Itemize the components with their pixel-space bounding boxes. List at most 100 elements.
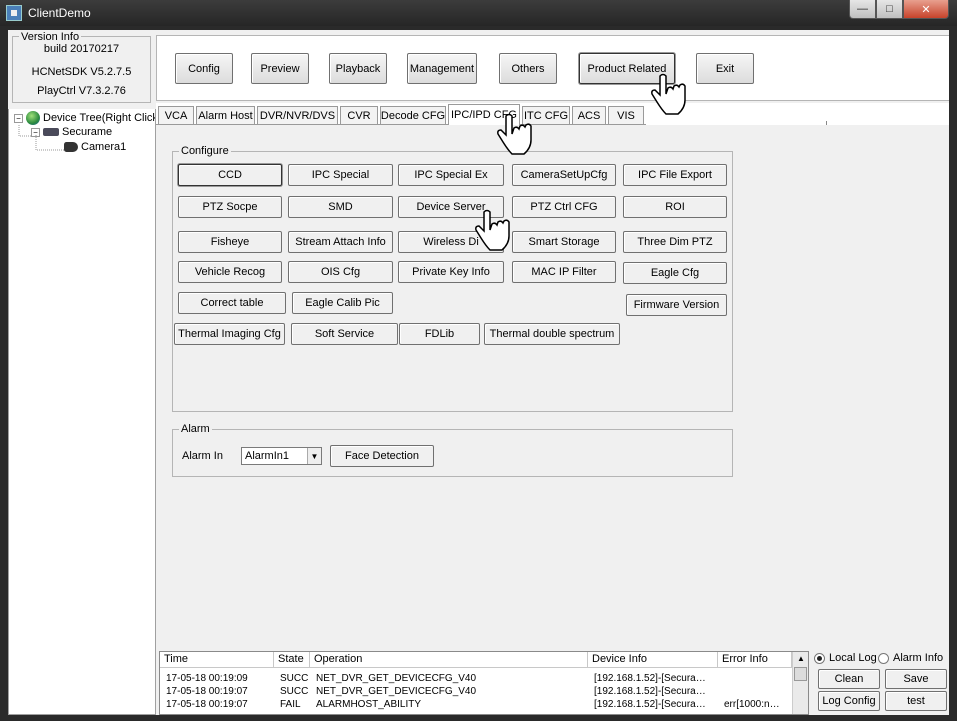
product-related-button[interactable]: Product Related xyxy=(579,53,675,84)
ccd-button[interactable]: CCD xyxy=(178,164,282,186)
playctrl-version-label: PlayCtrl V7.3.2.76 xyxy=(37,85,126,97)
log-col-time[interactable]: Time xyxy=(160,652,274,668)
tab-ipc-ipd-cfg[interactable]: IPC/IPD CFG xyxy=(448,104,520,125)
smd-button[interactable]: SMD xyxy=(288,196,393,218)
camera-setup-cfg-button[interactable]: CameraSetUpCfg xyxy=(512,164,616,186)
ipc-special-ex-button[interactable]: IPC Special Ex xyxy=(398,164,504,186)
thermal-imaging-cfg-button[interactable]: Thermal Imaging Cfg xyxy=(174,323,285,345)
maximize-button[interactable]: □ xyxy=(876,0,903,19)
face-detection-button[interactable]: Face Detection xyxy=(330,445,434,467)
preview-button[interactable]: Preview xyxy=(251,53,309,84)
title-bar[interactable]: ClientDemo — □ ✕ xyxy=(0,0,957,26)
exit-button[interactable]: Exit xyxy=(696,53,754,84)
three-dim-ptz-button[interactable]: Three Dim PTZ xyxy=(623,231,727,253)
ois-cfg-button[interactable]: OIS Cfg xyxy=(288,261,393,283)
window-title: ClientDemo xyxy=(28,6,91,20)
log-state: SUCC xyxy=(280,673,309,684)
local-log-radio[interactable]: Local Log xyxy=(814,652,877,664)
log-error-info xyxy=(718,685,792,698)
log-time: 17-05-18 00:19:07 xyxy=(166,686,248,697)
alarm-in-select[interactable]: AlarmIn1 ▼ xyxy=(241,447,322,465)
firmware-version-button[interactable]: Firmware Version xyxy=(626,294,727,316)
smart-storage-button[interactable]: Smart Storage xyxy=(512,231,616,253)
client-area: Version Info build 20170217 HCNetSDK V5.… xyxy=(8,30,949,715)
eagle-calib-pic-button[interactable]: Eagle Calib Pic xyxy=(292,292,393,314)
management-button[interactable]: Management xyxy=(407,53,477,84)
log-col-operation[interactable]: Operation xyxy=(310,652,588,668)
log-state: SUCC xyxy=(280,686,309,697)
log-error-info xyxy=(718,672,792,685)
alarm-legend: Alarm xyxy=(179,423,212,435)
minimize-button[interactable]: — xyxy=(849,0,876,19)
alarm-info-radio[interactable]: Alarm Info xyxy=(878,652,943,664)
ipc-special-button[interactable]: IPC Special xyxy=(288,164,393,186)
log-time: 17-05-18 00:19:07 xyxy=(166,699,248,710)
thermal-double-spectrum-button[interactable]: Thermal double spectrum xyxy=(484,323,620,345)
build-label: build 20170217 xyxy=(43,43,120,55)
version-info-group: Version Info build 20170217 HCNetSDK V5.… xyxy=(12,31,151,103)
mac-ip-filter-button[interactable]: MAC IP Filter xyxy=(512,261,616,283)
tab-vis[interactable]: VIS xyxy=(608,106,644,124)
app-icon xyxy=(6,5,22,21)
log-table[interactable]: Time State Operation Device Info Error I… xyxy=(159,651,809,715)
correct-table-button[interactable]: Correct table xyxy=(178,292,286,314)
log-col-error-info[interactable]: Error Info xyxy=(718,652,792,668)
playback-button[interactable]: Playback xyxy=(329,53,387,84)
tab-dvr-nvr-dvs[interactable]: DVR/NVR/DVS xyxy=(257,106,338,124)
tab-vca[interactable]: VCA xyxy=(158,106,194,124)
fdlib-button[interactable]: FDLib xyxy=(399,323,480,345)
log-error-info: err[1000:n… xyxy=(724,699,780,710)
log-time: 17-05-18 00:19:09 xyxy=(166,673,248,684)
scroll-thumb[interactable] xyxy=(794,667,807,681)
alarm-in-label: Alarm In xyxy=(182,450,223,462)
scroll-up-icon[interactable]: ▲ xyxy=(793,652,808,666)
alarm-info-label: Alarm Info xyxy=(893,652,944,664)
close-button[interactable]: ✕ xyxy=(903,0,949,19)
log-device-info: [192.168.1.52]-[Secura… xyxy=(594,699,706,710)
radio-unchecked-icon xyxy=(878,652,889,664)
save-button[interactable]: Save xyxy=(885,669,947,689)
fisheye-button[interactable]: Fisheye xyxy=(178,231,282,253)
log-operation: NET_DVR_GET_DEVICECFG_V40 xyxy=(316,673,477,684)
ipc-ipd-cfg-panel: Configure CCD IPC Special IPC Special Ex… xyxy=(156,125,949,715)
test-button[interactable]: test xyxy=(885,691,947,711)
alarm-in-value: AlarmIn1 xyxy=(245,450,290,462)
tab-itc-cfg[interactable]: ITC CFG xyxy=(522,106,570,124)
tree-lines xyxy=(18,125,64,151)
main-toolbar: Config Preview Playback Management Other… xyxy=(156,35,949,101)
others-button[interactable]: Others xyxy=(499,53,557,84)
tab-decode-cfg[interactable]: Decode CFG xyxy=(380,106,446,124)
version-info-legend: Version Info xyxy=(19,31,82,43)
local-log-label: Local Log xyxy=(829,652,877,664)
log-state: FAIL xyxy=(280,699,301,710)
ipc-file-export-button[interactable]: IPC File Export xyxy=(623,164,727,186)
log-header: Time State Operation Device Info Error I… xyxy=(160,652,808,668)
device-server-button[interactable]: Device Server xyxy=(398,196,504,218)
vehicle-recog-button[interactable]: Vehicle Recog xyxy=(178,261,282,283)
log-device-info: [192.168.1.52]-[Secura… xyxy=(594,673,706,684)
tab-alarm-host[interactable]: Alarm Host xyxy=(196,106,255,124)
ptz-ctrl-cfg-button[interactable]: PTZ Ctrl CFG xyxy=(512,196,616,218)
alarm-group: Alarm Alarm In AlarmIn1 ▼ Face Detection xyxy=(172,423,733,477)
chevron-down-icon[interactable]: ▼ xyxy=(307,448,321,464)
log-device-info: [192.168.1.52]-[Secura… xyxy=(594,686,706,697)
client-demo-window: ClientDemo — □ ✕ Version Info build 2017… xyxy=(0,0,957,721)
wireless-dial-button[interactable]: Wireless Di xyxy=(398,231,504,253)
log-scrollbar[interactable]: ▲ xyxy=(792,652,808,714)
radio-checked-icon xyxy=(814,652,825,664)
stream-attach-info-button[interactable]: Stream Attach Info xyxy=(288,231,393,253)
log-col-state[interactable]: State xyxy=(274,652,310,668)
clean-button[interactable]: Clean xyxy=(818,669,880,689)
config-button[interactable]: Config xyxy=(175,53,233,84)
log-config-button[interactable]: Log Config xyxy=(818,691,880,711)
roi-button[interactable]: ROI xyxy=(623,196,727,218)
ptz-scope-button[interactable]: PTZ Socpe xyxy=(178,196,282,218)
log-col-device-info[interactable]: Device Info xyxy=(588,652,718,668)
configure-legend: Configure xyxy=(179,145,231,157)
soft-service-button[interactable]: Soft Service xyxy=(291,323,398,345)
private-key-info-button[interactable]: Private Key Info xyxy=(398,261,504,283)
eagle-cfg-button[interactable]: Eagle Cfg xyxy=(623,262,727,284)
tab-acs[interactable]: ACS xyxy=(572,106,606,124)
tab-cvr[interactable]: CVR xyxy=(340,106,378,124)
device-tree[interactable]: − Device Tree(Right Click t − Securame C… xyxy=(8,109,156,715)
